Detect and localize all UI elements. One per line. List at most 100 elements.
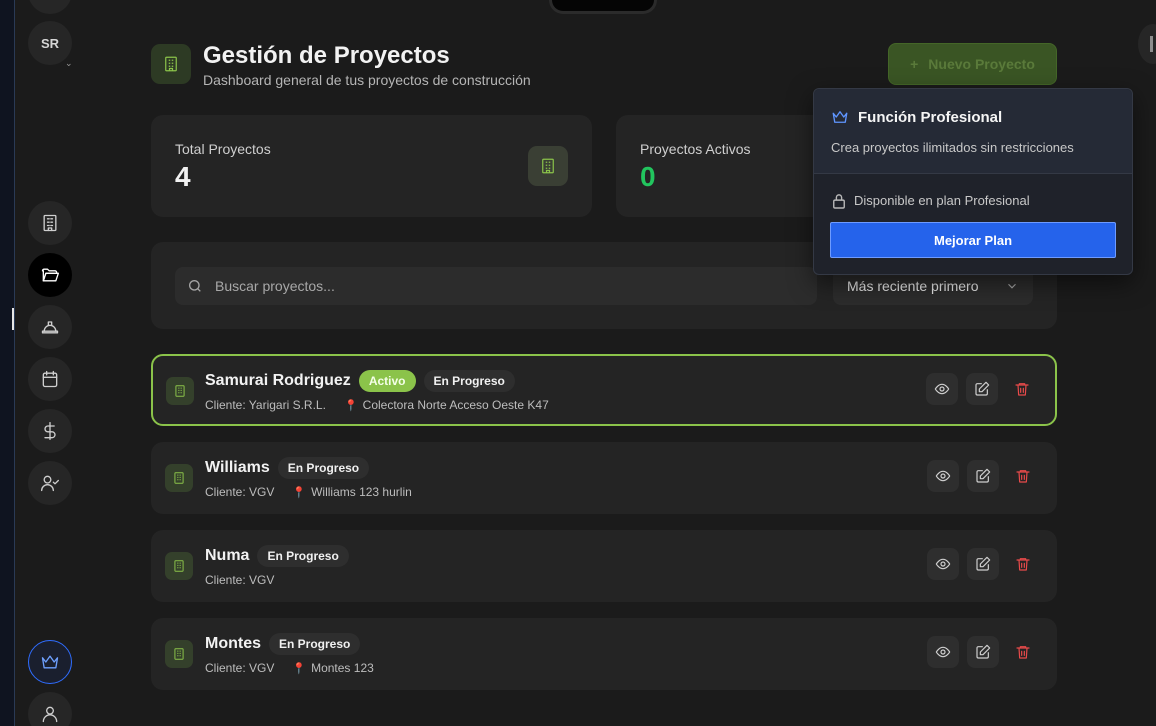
folder-open-icon bbox=[41, 268, 59, 282]
crown-icon bbox=[41, 655, 59, 669]
project-card[interactable]: Williams En Progreso Cliente: VGV 📍 Willi… bbox=[151, 442, 1057, 514]
upgrade-plan-button[interactable]: Mejorar Plan bbox=[830, 222, 1116, 258]
project-building-icon bbox=[165, 552, 193, 580]
top-notch bbox=[549, 0, 657, 14]
popover-header: Función Profesional Crea proyectos ilimi… bbox=[814, 89, 1132, 174]
stat-value: 4 bbox=[175, 161, 191, 192]
sidebar-item-calendar[interactable] bbox=[28, 357, 72, 401]
delete-button[interactable] bbox=[1007, 548, 1039, 580]
active-badge: Activo bbox=[358, 370, 416, 392]
search-box[interactable] bbox=[175, 267, 817, 305]
project-card[interactable]: Samurai Rodriguez Activo En Progreso Cli… bbox=[151, 354, 1057, 426]
sidebar-item-pro[interactable] bbox=[28, 640, 72, 684]
delete-button[interactable] bbox=[1006, 373, 1038, 405]
header-building-icon bbox=[151, 44, 191, 84]
text-cursor bbox=[12, 308, 14, 330]
building-icon bbox=[175, 385, 185, 397]
eye-icon bbox=[934, 383, 950, 395]
sidebar-item-users[interactable] bbox=[28, 461, 72, 505]
user-check-icon bbox=[41, 475, 59, 492]
project-client: Cliente: VGV bbox=[205, 485, 275, 499]
project-name: Williams bbox=[205, 459, 270, 476]
trash-icon bbox=[1015, 383, 1029, 396]
panel-icon bbox=[1150, 36, 1153, 52]
building-icon bbox=[174, 560, 184, 572]
user-icon bbox=[42, 706, 58, 723]
crown-icon bbox=[831, 108, 849, 126]
map-pin-icon: 📍 bbox=[292, 487, 307, 499]
building-icon bbox=[165, 56, 177, 72]
project-name: Montes bbox=[205, 635, 261, 652]
avatar-initials: SR bbox=[40, 35, 60, 51]
project-client: Cliente: VGV bbox=[205, 661, 275, 675]
delete-button[interactable] bbox=[1007, 460, 1039, 492]
popover-description: Crea proyectos ilimitados sin restriccio… bbox=[831, 140, 1074, 155]
edit-button[interactable] bbox=[967, 548, 999, 580]
page-title: Gestión de Proyectos bbox=[203, 42, 450, 69]
sidebar-item-profile[interactable] bbox=[28, 692, 72, 726]
sidebar-item-workers[interactable] bbox=[28, 305, 72, 349]
plus-icon: + bbox=[910, 56, 919, 72]
project-building-icon bbox=[166, 377, 194, 405]
edit-button[interactable] bbox=[967, 636, 999, 668]
delete-button[interactable] bbox=[1007, 636, 1039, 668]
stat-card-total: Total Proyectos 4 bbox=[151, 115, 592, 217]
status-badge: En Progreso bbox=[269, 633, 361, 655]
search-input[interactable] bbox=[215, 278, 775, 294]
view-button[interactable] bbox=[927, 548, 959, 580]
trash-icon bbox=[1016, 558, 1030, 571]
project-card[interactable]: Numa En Progreso Cliente: VGV bbox=[151, 530, 1057, 602]
project-card[interactable]: Montes En Progreso Cliente: VGV 📍 Montes … bbox=[151, 618, 1057, 690]
popover-title: Función Profesional bbox=[858, 109, 1003, 126]
project-location: 📍 Colectora Norte Acceso Oeste K47 bbox=[344, 398, 549, 412]
calendar-icon bbox=[42, 370, 58, 388]
project-location-text: Williams 123 hurlin bbox=[311, 485, 412, 499]
page-subtitle: Dashboard general de tus proyectos de co… bbox=[203, 72, 531, 88]
status-badge: En Progreso bbox=[423, 370, 515, 392]
sidebar-item-projects[interactable] bbox=[28, 253, 72, 297]
hard-hat-icon bbox=[41, 321, 59, 334]
project-name: Numa bbox=[205, 547, 250, 564]
map-pin-icon: 📍 bbox=[292, 663, 307, 675]
edit-icon bbox=[975, 381, 990, 396]
new-project-button[interactable]: + Nuevo Proyecto bbox=[888, 43, 1057, 85]
building-icon bbox=[174, 648, 184, 660]
view-button[interactable] bbox=[927, 636, 959, 668]
dollar-icon bbox=[44, 422, 56, 440]
project-location-text: Montes 123 bbox=[311, 661, 374, 675]
edit-button[interactable] bbox=[966, 373, 998, 405]
sort-selected-value: Más reciente primero bbox=[847, 278, 979, 294]
lock-icon bbox=[832, 193, 846, 209]
project-client: Cliente: Yarigari S.R.L. bbox=[205, 398, 326, 412]
availability-text: Disponible en plan Profesional bbox=[854, 193, 1030, 208]
pro-feature-popover: Función Profesional Crea proyectos ilimi… bbox=[813, 88, 1133, 275]
edit-icon bbox=[976, 644, 991, 659]
eye-icon bbox=[935, 470, 951, 482]
edit-icon bbox=[976, 556, 991, 571]
project-location-text: Colectora Norte Acceso Oeste K47 bbox=[362, 398, 549, 412]
search-icon bbox=[189, 280, 201, 292]
sidebar: SR ⌄ bbox=[16, 0, 86, 726]
map-pin-icon: 📍 bbox=[343, 400, 358, 412]
project-name: Samurai Rodriguez bbox=[205, 372, 351, 389]
trash-icon bbox=[1016, 470, 1030, 483]
status-badge: En Progreso bbox=[257, 545, 349, 567]
view-button[interactable] bbox=[926, 373, 958, 405]
project-location: 📍 Williams 123 hurlin bbox=[292, 485, 411, 499]
sidebar-top-button[interactable] bbox=[28, 0, 72, 14]
sidebar-item-finance[interactable] bbox=[28, 409, 72, 453]
project-building-icon bbox=[165, 464, 193, 492]
stat-building-icon bbox=[528, 146, 568, 186]
view-button[interactable] bbox=[927, 460, 959, 492]
building-icon bbox=[542, 158, 554, 174]
edit-button[interactable] bbox=[967, 460, 999, 492]
stat-label: Proyectos Activos bbox=[640, 141, 751, 157]
eye-icon bbox=[935, 646, 951, 658]
right-panel-toggle[interactable] bbox=[1138, 24, 1156, 64]
edit-icon bbox=[976, 468, 991, 483]
stat-label: Total Proyectos bbox=[175, 141, 271, 157]
stat-value: 0 bbox=[640, 161, 656, 192]
sidebar-item-buildings[interactable] bbox=[28, 201, 72, 245]
status-badge: En Progreso bbox=[277, 457, 370, 479]
trash-icon bbox=[1016, 646, 1030, 659]
